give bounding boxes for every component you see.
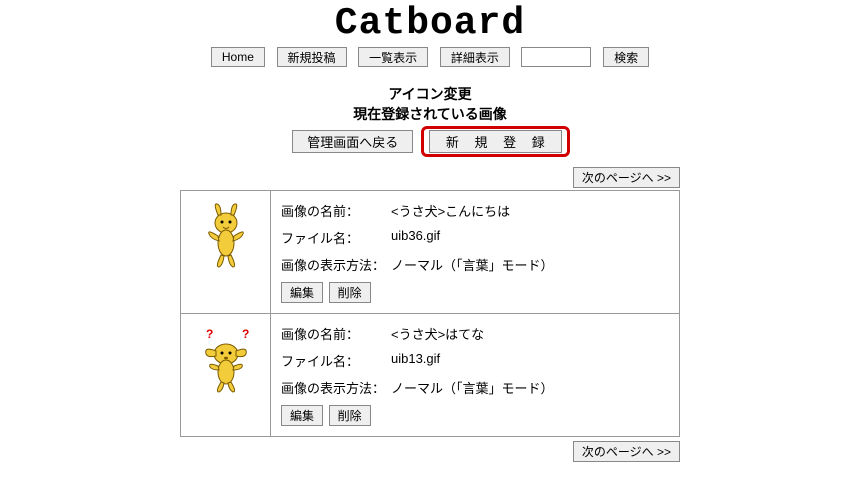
svg-text:?: ?: [206, 327, 213, 341]
nav-home-button[interactable]: Home: [211, 47, 265, 67]
edit-button[interactable]: 編集: [281, 405, 323, 426]
value-display-method: ノーマル（「言葉」モード）: [391, 255, 669, 274]
icon-cell: ? ?: [181, 314, 271, 437]
usaken-question-icon: ? ?: [198, 324, 254, 394]
page-title: Catboard: [0, 2, 860, 45]
value-file-name: uib36.gif: [391, 228, 669, 247]
detail-cell: 画像の名前： <うさ犬>はてな ファイル名： uib13.gif 画像の表示方法…: [271, 314, 680, 437]
top-nav: Home 新規投稿 一覧表示 詳細表示 検索: [0, 47, 860, 67]
admin-button-row: 管理画面へ戻る 新 規 登 録: [0, 126, 860, 157]
icon-cell: [181, 191, 271, 314]
next-page-top-button[interactable]: 次のページへ >>: [573, 167, 680, 188]
nav-list-view-button[interactable]: 一覧表示: [358, 47, 428, 67]
detail-cell: 画像の名前： <うさ犬>こんにちは ファイル名： uib36.gif 画像の表示…: [271, 191, 680, 314]
subheader-line1: アイコン変更: [0, 85, 860, 105]
highlight-frame: 新 規 登 録: [421, 126, 570, 157]
label-image-name: 画像の名前：: [281, 201, 391, 220]
nav-new-post-button[interactable]: 新規投稿: [277, 47, 347, 67]
nav-search-button[interactable]: 検索: [603, 47, 649, 67]
nav-detail-view-button[interactable]: 詳細表示: [440, 47, 510, 67]
icon-table: 画像の名前： <うさ犬>こんにちは ファイル名： uib36.gif 画像の表示…: [180, 190, 680, 437]
row-actions: 編集 削除: [281, 282, 669, 303]
label-image-name: 画像の名前：: [281, 324, 391, 343]
label-display-method: 画像の表示方法：: [281, 378, 391, 397]
next-page-bottom-button[interactable]: 次のページへ >>: [573, 441, 680, 462]
new-register-button[interactable]: 新 規 登 録: [429, 130, 562, 153]
svg-text:?: ?: [242, 327, 249, 341]
pager-bottom: 次のページへ >>: [180, 441, 680, 462]
edit-button[interactable]: 編集: [281, 282, 323, 303]
label-file-name: ファイル名：: [281, 228, 391, 247]
value-display-method: ノーマル（「言葉」モード）: [391, 378, 669, 397]
delete-button[interactable]: 削除: [329, 282, 371, 303]
search-input[interactable]: [521, 47, 591, 67]
label-display-method: 画像の表示方法：: [281, 255, 391, 274]
subheader-line2: 現在登録されている画像: [0, 105, 860, 125]
label-file-name: ファイル名：: [281, 351, 391, 370]
subheader: アイコン変更 現在登録されている画像: [0, 85, 860, 124]
back-to-admin-button[interactable]: 管理画面へ戻る: [292, 130, 413, 153]
table-row: 画像の名前： <うさ犬>こんにちは ファイル名： uib36.gif 画像の表示…: [181, 191, 680, 314]
value-file-name: uib13.gif: [391, 351, 669, 370]
value-image-name: <うさ犬>こんにちは: [391, 201, 669, 220]
row-actions: 編集 削除: [281, 405, 669, 426]
usaken-hello-icon: [201, 201, 251, 271]
pager-top: 次のページへ >>: [180, 167, 680, 188]
delete-button[interactable]: 削除: [329, 405, 371, 426]
value-image-name: <うさ犬>はてな: [391, 324, 669, 343]
table-row: ? ?: [181, 314, 680, 437]
